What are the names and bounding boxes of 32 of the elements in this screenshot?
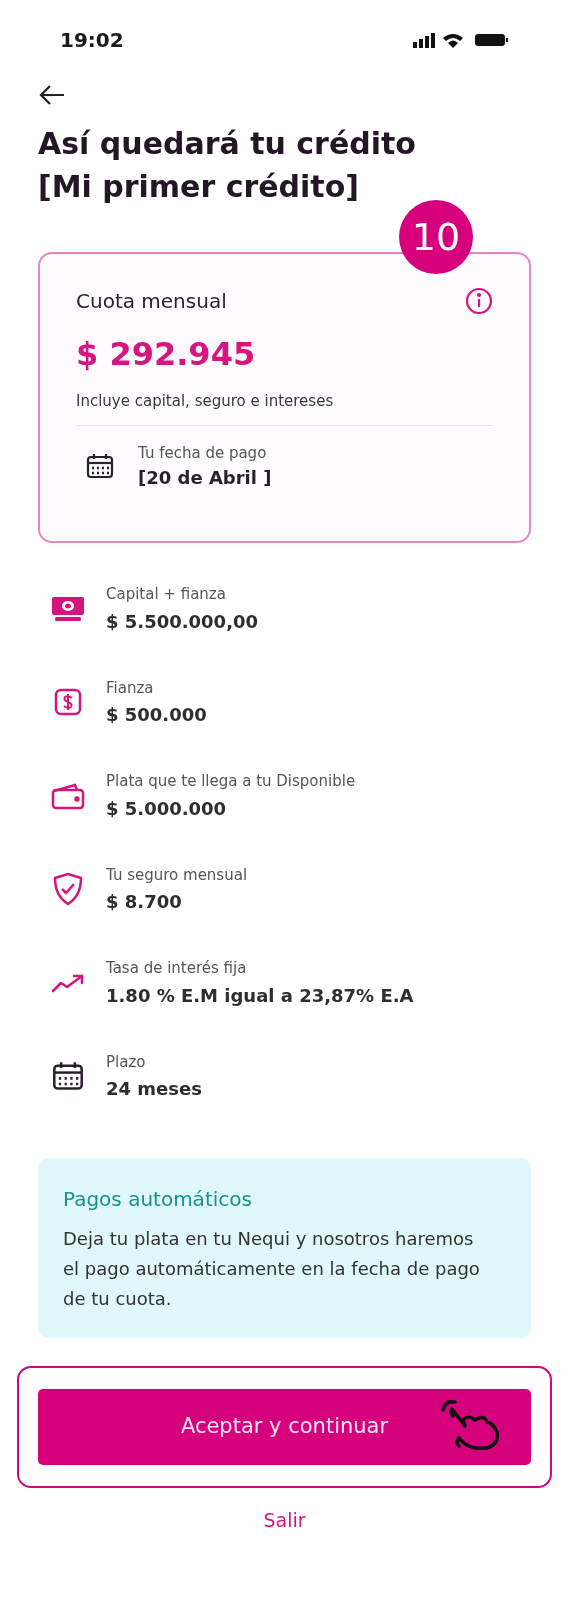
info-title: Pagos automáticos: [63, 1186, 253, 1213]
banknote-icon: [51, 594, 85, 623]
battery-icon: [475, 34, 508, 46]
detail-value: 1.80 % E.M igual a 23,87% E.A: [106, 983, 414, 1008]
exit-link[interactable]: Salir: [263, 1506, 306, 1535]
calendar-icon: [52, 1061, 84, 1092]
monthly-amount: $ 292.945: [76, 334, 257, 375]
detail-label: Plata que te llega a tu Disponible: [106, 771, 356, 792]
date-label: Tu fecha de pago: [138, 442, 268, 464]
detail-value: $ 500.000: [106, 703, 207, 727]
info-icon[interactable]: [465, 287, 493, 315]
detail-value: $ 5.500.000,00: [106, 609, 259, 634]
detail-label: Tasa de interés fija: [106, 958, 248, 979]
step-badge: 10: [399, 200, 473, 274]
detail-label: Capital + fianza: [106, 584, 227, 605]
detail-label: Fianza: [106, 677, 155, 699]
calendar-icon: [86, 453, 114, 480]
detail-label: Plazo: [106, 1051, 147, 1073]
date-value: [20 de Abril ]: [138, 466, 272, 490]
card-label: Cuota mensual: [76, 288, 227, 315]
info-text: Deja tu plata en tu Nequi y nosotros haremos el pago automáticamente en la fecha de pago de tu cuota.: [63, 1227, 481, 1311]
dollar-icon: [53, 687, 83, 718]
accept-button[interactable]: Aceptar y continuar: [38, 1389, 531, 1465]
shield-check-icon: [52, 872, 84, 907]
detail-value: 24 meses: [106, 1077, 202, 1101]
detail-value: $ 8.700: [106, 890, 183, 914]
detail-value: $ 5.000.000: [106, 796, 228, 821]
signal-icon: [413, 33, 435, 48]
wifi-icon: [443, 34, 463, 48]
detail-label: Tu seguro mensual: [106, 864, 248, 886]
amount-note: Incluye capital, seguro e intereses: [76, 391, 335, 412]
status-time: 19:02: [60, 27, 124, 54]
